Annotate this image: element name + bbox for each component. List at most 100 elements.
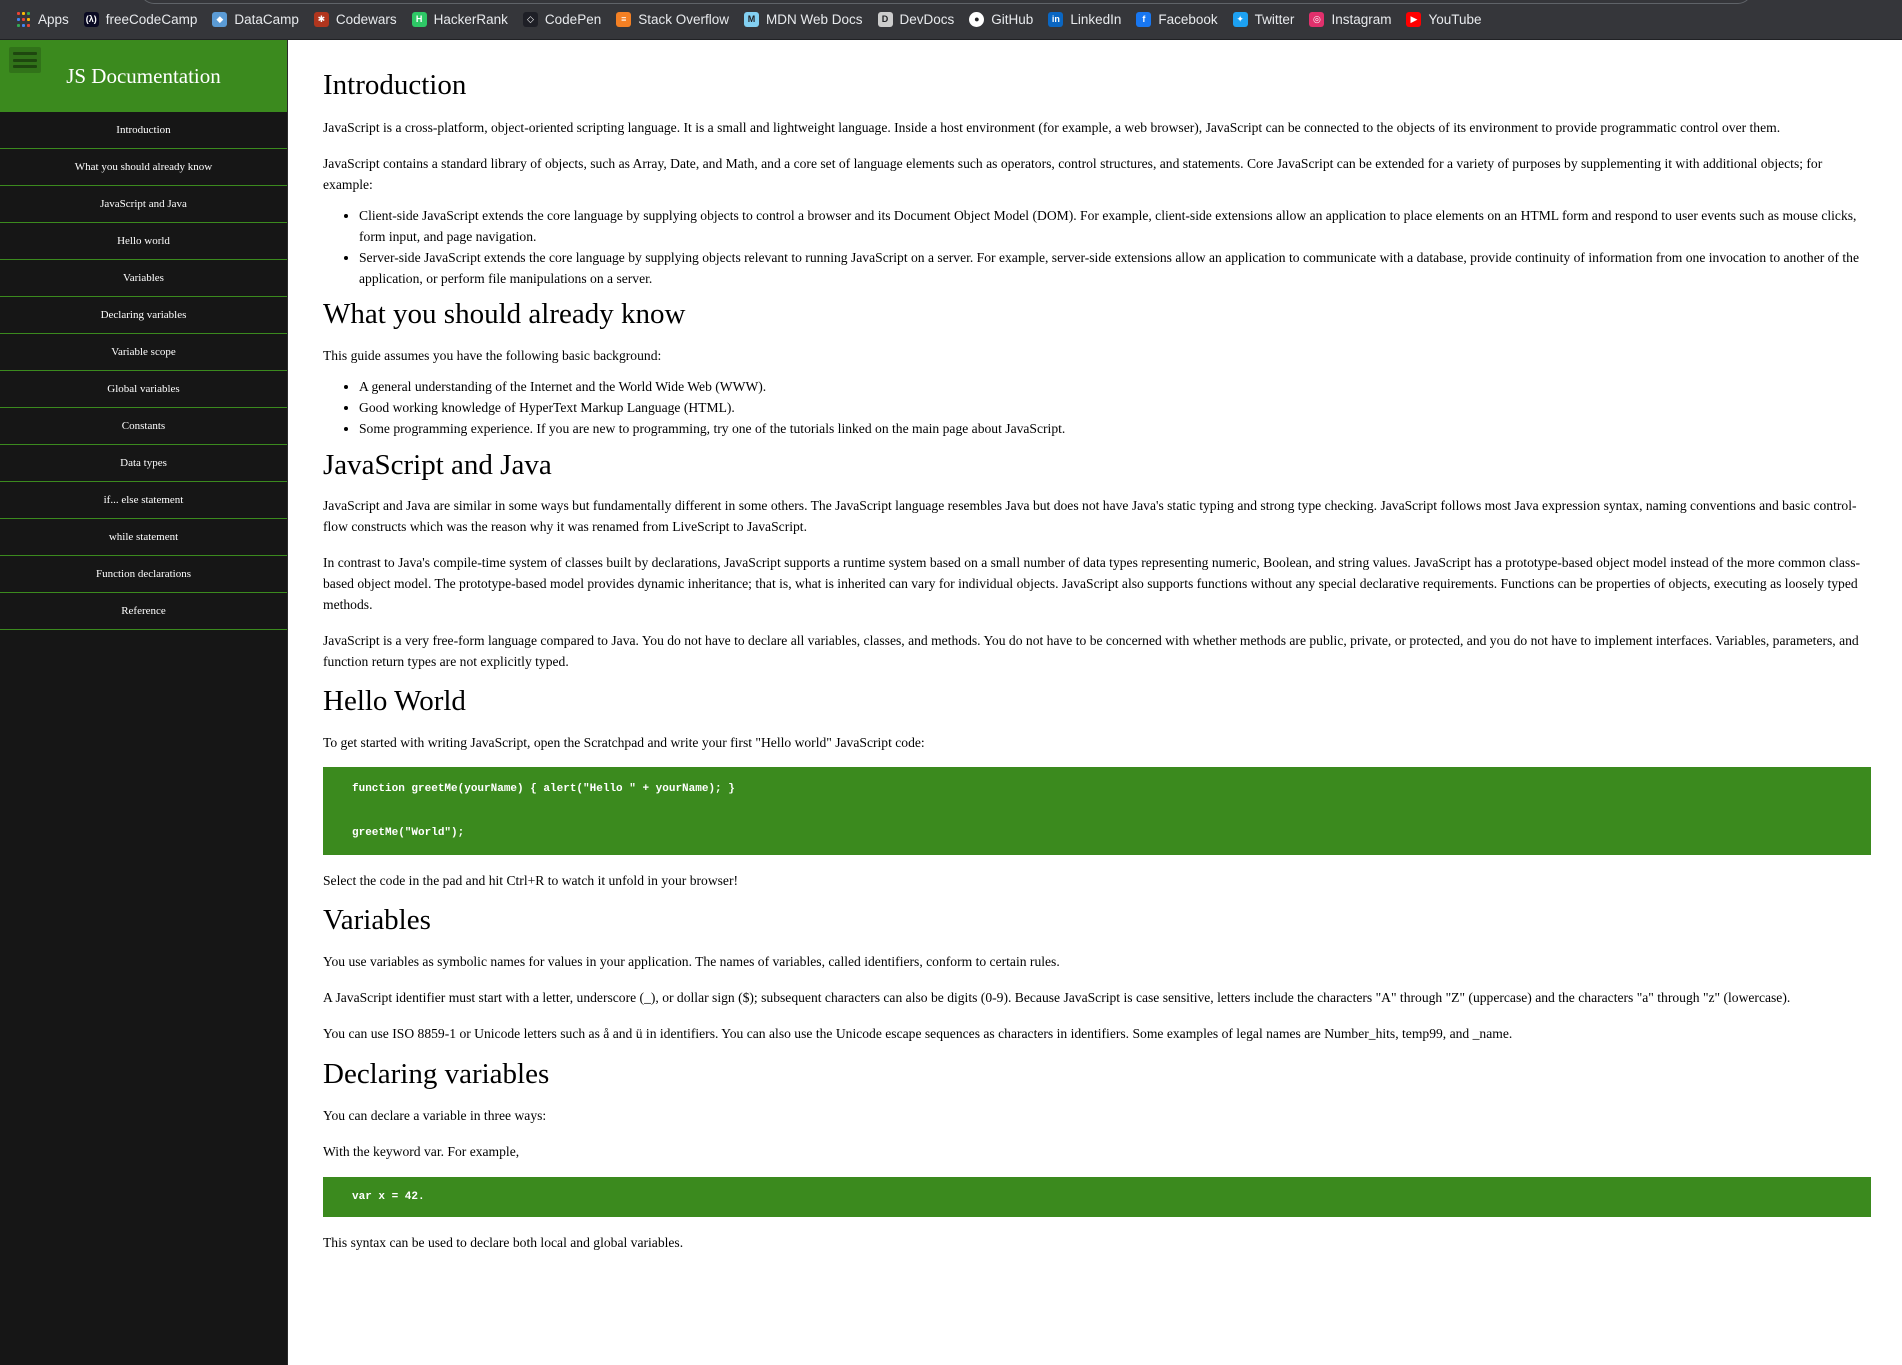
bookmark-label: freeCodeCamp <box>105 12 198 27</box>
sidebar-item-javascript-and-java[interactable]: JavaScript and Java <box>0 186 287 223</box>
list-item: A general understanding of the Internet … <box>359 376 1871 397</box>
codepen-icon: ◇ <box>522 12 538 27</box>
bookmark-github[interactable]: ● GitHub <box>969 12 1033 27</box>
bookmark-stack-overflow[interactable]: ≡ Stack Overflow <box>616 12 729 27</box>
sidebar-item-what-you-should-already-know[interactable]: What you should already know <box>0 149 287 186</box>
section-introduction: Introduction JavaScript is a cross-platf… <box>323 40 1871 289</box>
paragraph: In contrast to Java's compile-time syste… <box>323 555 1861 613</box>
bookmark-label: Stack Overflow <box>638 12 729 27</box>
hamburger-menu-icon[interactable] <box>9 47 41 73</box>
list-item: Client-side JavaScript extends the core … <box>359 205 1871 247</box>
bookmarks-bar: Apps (λ) freeCodeCamp ◆ DataCamp ✱ Codewars H Ha… <box>0 0 1902 40</box>
bookmark-label: LinkedIn <box>1070 12 1122 27</box>
section-declaring-variables: Declaring variables You can declare a va… <box>323 1057 1871 1253</box>
sidebar-nav: Introduction What you should already know… <box>0 112 287 630</box>
paragraph: This syntax can be used to declare both … <box>323 1234 684 1250</box>
bookmark-freecodecamp[interactable]: (λ) freeCodeCamp <box>83 12 198 27</box>
paragraph: With the keyword var. For example, <box>323 1143 520 1159</box>
paragraph: You can declare a variable in three ways… <box>323 1107 547 1123</box>
sidebar-item-while-statement[interactable]: while statement <box>0 519 287 556</box>
sidebar-item-data-types[interactable]: Data types <box>0 445 287 482</box>
bookmarks-list: Apps (λ) freeCodeCamp ◆ DataCamp ✱ Codewars H Ha… <box>16 12 1497 27</box>
sidebar-item-variables[interactable]: Variables <box>0 260 287 297</box>
bookmark-codewars[interactable]: ✱ Codewars <box>313 12 397 27</box>
code-line: function greetMe(yourName) { alert("Hell… <box>352 783 735 796</box>
section-heading: Hello World <box>323 685 466 718</box>
sidebar-item-reference[interactable]: Reference <box>0 593 287 630</box>
bookmark-label: YouTube <box>1428 12 1482 27</box>
paragraph: To get started with writing JavaScript, … <box>323 735 925 751</box>
code-block[interactable]: var x = 42. <box>323 1176 1871 1217</box>
section-what-you-should-already-know: What you should already know This guide … <box>323 297 1871 439</box>
paragraph: Select the code in the pad and hit Ctrl+… <box>323 873 739 889</box>
address-bar-edge[interactable] <box>140 0 1752 4</box>
paragraph: You use variables as symbolic names for … <box>323 953 1060 969</box>
paragraph: JavaScript and Java are similar in some … <box>323 498 1857 535</box>
github-icon: ● <box>969 12 985 27</box>
list-item: Some programming experience. If you are … <box>359 418 1871 439</box>
bookmark-instagram[interactable]: ◎ Instagram <box>1309 12 1391 27</box>
section-heading: Declaring variables <box>323 1057 550 1090</box>
bookmark-label: Apps <box>38 12 69 27</box>
apps-grid-icon <box>16 12 31 27</box>
bookmark-hackerrank[interactable]: H HackerRank <box>411 12 508 27</box>
bookmark-label: MDN Web Docs <box>766 12 863 27</box>
bookmark-label: GitHub <box>991 12 1034 27</box>
youtube-icon: ▶ <box>1406 12 1422 27</box>
sidebar-item-function-declarations[interactable]: Function declarations <box>0 556 287 593</box>
section-javascript-and-java: JavaScript and Java JavaScript and Java … <box>323 448 1871 673</box>
mdn-icon: M <box>744 12 759 27</box>
code-line: var x = 42. <box>352 1190 425 1203</box>
sidebar-item-constants[interactable]: Constants <box>0 408 287 445</box>
section-variables: Variables You use variables as symbolic … <box>323 903 1871 1044</box>
main-content: Introduction JavaScript is a cross-platf… <box>323 40 1871 1365</box>
section-heading: Introduction <box>323 69 467 101</box>
bookmark-label: CodePen <box>544 12 602 27</box>
sidebar-item-introduction[interactable]: Introduction <box>0 112 287 149</box>
bookmark-label: Twitter <box>1254 12 1295 27</box>
section-heading: JavaScript and Java <box>323 448 552 481</box>
sidebar-item-declaring-variables[interactable]: Declaring variables <box>0 297 287 334</box>
bookmark-label: DataCamp <box>234 12 299 27</box>
twitter-icon: ✦ <box>1232 12 1248 27</box>
sidebar: JS Documentation Introduction What you sh… <box>0 40 288 1365</box>
bookmark-apps[interactable]: Apps <box>16 12 69 27</box>
freecodecamp-icon: (λ) <box>83 12 99 27</box>
sidebar-item-hello-world[interactable]: Hello world <box>0 223 287 260</box>
bookmark-devdocs[interactable]: D DevDocs <box>877 12 954 27</box>
section-heading: Variables <box>323 904 431 937</box>
linkedin-icon: in <box>1048 12 1064 27</box>
bookmark-twitter[interactable]: ✦ Twitter <box>1232 12 1295 27</box>
bookmark-youtube[interactable]: ▶ YouTube <box>1406 12 1482 27</box>
sidebar-item-variable-scope[interactable]: Variable scope <box>0 334 287 371</box>
bullet-list: A general understanding of the Internet … <box>323 376 1871 439</box>
paragraph: You can use ISO 8859-1 or Unicode letter… <box>323 1025 1513 1041</box>
bookmark-label: HackerRank <box>433 12 508 27</box>
codewars-icon: ✱ <box>313 12 329 27</box>
bookmark-mdn-web-docs[interactable]: M MDN Web Docs <box>744 12 863 27</box>
sidebar-item-global-variables[interactable]: Global variables <box>0 371 287 408</box>
list-item: Good working knowledge of HyperText Mark… <box>359 397 1871 418</box>
paragraph: A JavaScript identifier must start with … <box>323 989 1791 1005</box>
bookmark-linkedin[interactable]: in LinkedIn <box>1048 12 1121 27</box>
bookmark-facebook[interactable]: f Facebook <box>1136 12 1218 27</box>
sidebar-header: JS Documentation <box>0 40 287 112</box>
devdocs-icon: D <box>877 12 893 27</box>
sidebar-item-if-else-statement[interactable]: if... else statement <box>0 482 287 519</box>
code-block[interactable]: function greetMe(yourName) { alert("Hell… <box>323 767 1871 856</box>
bookmark-datacamp[interactable]: ◆ DataCamp <box>212 12 299 27</box>
datacamp-icon: ◆ <box>212 12 228 27</box>
hackerrank-icon: H <box>411 12 427 27</box>
bookmark-label: Codewars <box>335 12 397 27</box>
bookmark-label: Instagram <box>1331 12 1392 27</box>
section-heading: What you should already know <box>323 297 686 330</box>
paragraph: This guide assumes you have the followin… <box>323 347 662 363</box>
bookmark-codepen[interactable]: ◇ CodePen <box>522 12 602 27</box>
paragraph: JavaScript is a cross-platform, object-o… <box>323 119 1781 135</box>
list-item: Server-side JavaScript extends the core … <box>359 247 1871 289</box>
instagram-icon: ◎ <box>1309 12 1325 27</box>
section-hello-world: Hello World To get started with writing … <box>323 684 1871 891</box>
bullet-list: Client-side JavaScript extends the core … <box>323 205 1871 289</box>
bookmark-label: Facebook <box>1158 12 1218 27</box>
